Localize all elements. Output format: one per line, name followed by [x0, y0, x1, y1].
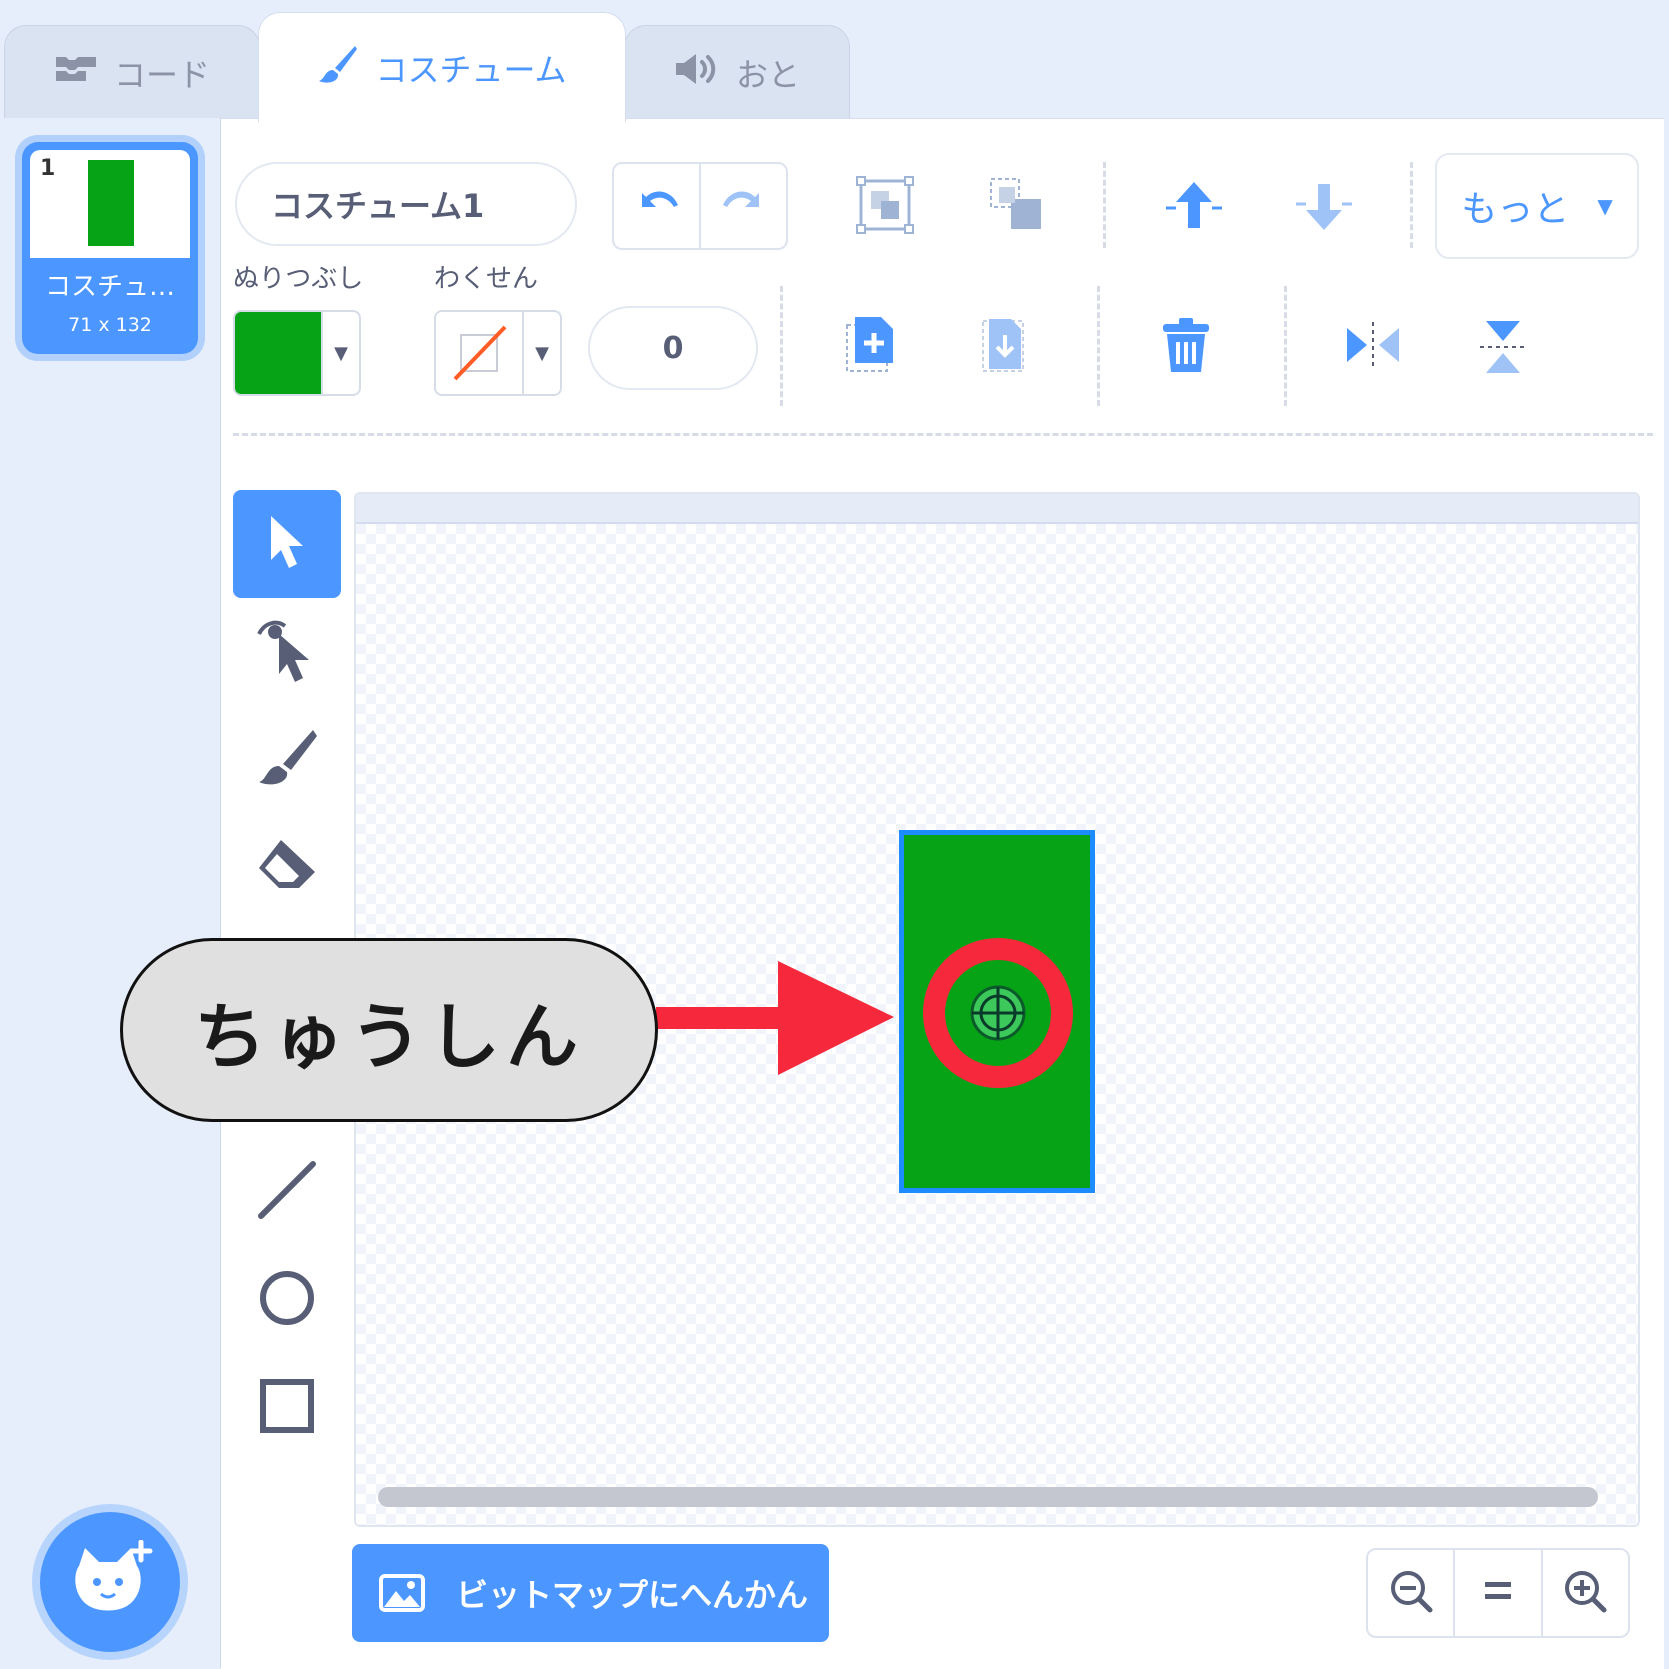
zoom-out-icon: [1389, 1569, 1433, 1617]
toolbar-divider: [1097, 286, 1100, 406]
center-callout-text: ちゅうしん: [193, 994, 584, 1079]
ungroup-icon: [987, 175, 1047, 239]
paste-button[interactable]: [968, 312, 1038, 382]
undo-redo-group: [612, 162, 788, 250]
code-blocks-icon: [54, 53, 98, 93]
outline-width-input[interactable]: 0: [588, 306, 758, 390]
center-callout: ちゅうしん: [120, 938, 658, 1122]
tool-circle[interactable]: [233, 1246, 341, 1354]
undo-icon: [634, 187, 680, 225]
toolbar-divider: [1103, 162, 1106, 248]
costume-name: コスチュ…: [44, 272, 175, 302]
arrow-pointer-icon: [265, 514, 309, 574]
canvas-top-edge: [356, 494, 1638, 524]
redo-icon: [721, 187, 767, 225]
toolbar-bottom-divider: [233, 433, 1653, 436]
group-icon: [855, 175, 915, 239]
fill-color-swatch: [235, 312, 321, 394]
costume-item[interactable]: 1 コスチュ… 71 x 132: [22, 142, 198, 354]
more-button[interactable]: もっと ▼: [1435, 153, 1639, 259]
trash-icon: [1159, 316, 1213, 380]
equals-icon: [1483, 1579, 1513, 1607]
tool-rectangle[interactable]: [233, 1354, 341, 1462]
costume-thumbnail: 1: [30, 150, 190, 258]
caret-down-icon: ▼: [1597, 194, 1613, 218]
caret-down-icon: ▼: [321, 312, 359, 394]
arrow-up-icon: [1164, 178, 1224, 238]
outline-color-picker[interactable]: ▼: [434, 310, 562, 396]
brush-icon: [255, 726, 319, 794]
flip-horizontal-icon: [1343, 320, 1403, 374]
line-icon: [255, 1158, 319, 1226]
tab-code-label: コード: [113, 56, 210, 94]
rectangle-icon: [257, 1376, 317, 1440]
toolbar-divider: [1284, 286, 1287, 406]
costume-size: 71 x 132: [68, 314, 152, 336]
forward-button[interactable]: [1158, 172, 1230, 244]
ungroup-button[interactable]: [982, 172, 1052, 242]
fill-label: ぬりつぶし: [233, 264, 364, 294]
image-icon: [378, 1573, 426, 1613]
zoom-out-button[interactable]: [1368, 1550, 1453, 1636]
zoom-reset-button[interactable]: [1453, 1550, 1540, 1636]
flip-vertical-button[interactable]: [1468, 312, 1538, 386]
toolbar-divider: [1410, 162, 1413, 248]
tab-costumes[interactable]: コスチューム: [258, 12, 626, 122]
costume-number: 1: [40, 156, 56, 181]
eraser-icon: [255, 836, 319, 900]
reshape-icon: [255, 612, 319, 692]
backward-button[interactable]: [1288, 172, 1360, 244]
rotation-center-icon[interactable]: [920, 935, 1076, 1091]
copy-icon: [843, 315, 899, 379]
tab-sounds[interactable]: おと: [624, 25, 850, 120]
arrow-down-icon: [1294, 178, 1354, 238]
fill-color-picker[interactable]: ▼: [233, 310, 361, 396]
flip-vertical-icon: [1478, 317, 1528, 381]
annotation-arrow-icon: [656, 961, 894, 1075]
horizontal-scrollbar[interactable]: [378, 1487, 1598, 1507]
paintbrush-icon: [317, 43, 359, 93]
zoom-controls: [1366, 1548, 1630, 1638]
tab-costumes-label: コスチューム: [375, 50, 567, 89]
redo-button[interactable]: [699, 164, 786, 248]
delete-button[interactable]: [1150, 312, 1222, 384]
tool-brush[interactable]: [233, 706, 341, 814]
tool-reshape[interactable]: [233, 598, 341, 706]
tool-eraser[interactable]: [233, 814, 341, 922]
more-label: もっと: [1461, 189, 1570, 230]
cat-add-icon: [65, 1539, 155, 1624]
tab-sounds-label: おと: [735, 56, 800, 94]
speaker-icon: [674, 51, 720, 95]
copy-button[interactable]: [836, 312, 906, 382]
add-costume-button[interactable]: [40, 1512, 180, 1652]
circle-icon: [257, 1268, 317, 1332]
convert-label: ビットマップにへんかん: [456, 1576, 809, 1614]
group-button[interactable]: [850, 172, 920, 242]
undo-button[interactable]: [614, 164, 699, 248]
costume-name-input[interactable]: コスチューム1: [235, 162, 577, 246]
convert-to-bitmap-button[interactable]: ビットマップにへんかん: [352, 1544, 829, 1642]
no-color-icon: [436, 312, 522, 394]
toolbar-divider: [780, 286, 783, 406]
costume-preview-shape: [88, 160, 134, 246]
caret-down-icon: ▼: [522, 312, 560, 394]
zoom-in-button[interactable]: [1540, 1550, 1628, 1636]
zoom-in-icon: [1563, 1569, 1607, 1617]
tool-line[interactable]: [233, 1138, 341, 1246]
flip-horizontal-button[interactable]: [1336, 312, 1410, 382]
paste-icon: [975, 315, 1031, 379]
tool-select[interactable]: [233, 490, 341, 598]
outline-label: わくせん: [434, 264, 539, 294]
tab-code[interactable]: コード: [4, 25, 260, 120]
